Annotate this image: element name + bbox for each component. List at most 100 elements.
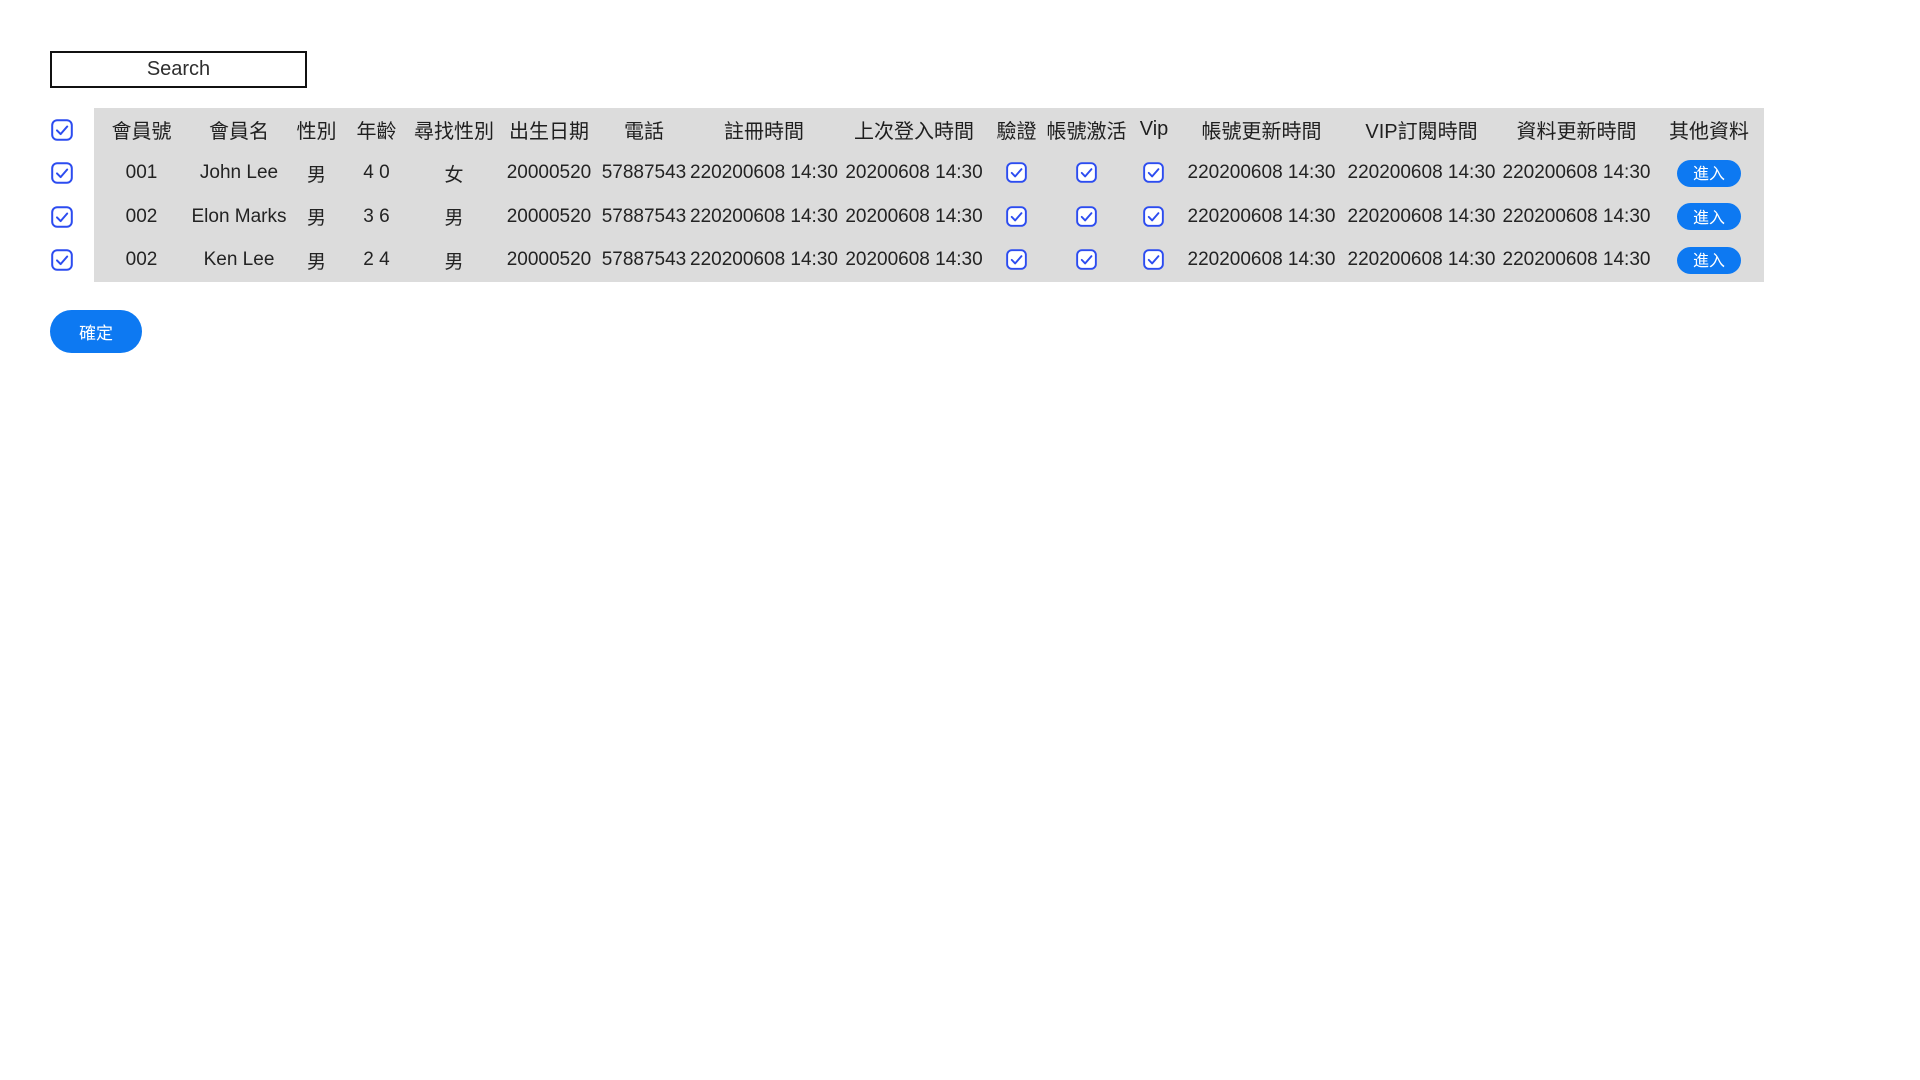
vip-checkbox[interactable] (1143, 206, 1165, 228)
header-birth-date: 出生日期 (499, 115, 599, 144)
cell-profile-update-time: 220200608 14:30 (1499, 249, 1654, 271)
checkmark-icon (1006, 206, 1027, 227)
checkmark-icon (1006, 249, 1027, 270)
cell-age: 2 4 (344, 249, 409, 271)
header-other-data: 其他資料 (1654, 115, 1764, 144)
header-register-time: 註冊時間 (689, 115, 839, 144)
cell-gender: 男 (289, 160, 344, 187)
enter-button[interactable]: 進入 (1677, 203, 1741, 230)
cell-age: 4 0 (344, 162, 409, 184)
header-profile-update-time: 資料更新時間 (1499, 115, 1654, 144)
cell-birth-date: 20000520 (499, 206, 599, 228)
table-row: 002 Ken Lee 男 2 4 男 20000520 57887543 22… (51, 239, 1764, 283)
vip-checkbox[interactable] (1143, 162, 1165, 184)
checkmark-icon (1076, 206, 1097, 227)
header-gender: 性別 (289, 115, 344, 144)
cell-other-data: 進入 (1654, 203, 1764, 230)
checkmark-icon (51, 249, 73, 271)
cell-vip-subscribe-time: 220200608 14:30 (1344, 249, 1499, 271)
cell-seeking-gender: 女 (409, 160, 499, 187)
cell-vip (1129, 162, 1179, 184)
header-phone: 電話 (599, 115, 689, 144)
cell-last-login-time: 20200608 14:30 (839, 249, 989, 271)
verified-checkbox[interactable] (1006, 249, 1028, 271)
row-select-cell (51, 152, 94, 196)
cell-register-time: 220200608 14:30 (689, 249, 839, 271)
header-row-body: 會員號 會員名 性別 年齡 尋找性別 出生日期 電話 註冊時間 上次登入時間 驗… (94, 108, 1764, 152)
cell-birth-date: 20000520 (499, 162, 599, 184)
cell-gender: 男 (289, 203, 344, 230)
checkmark-icon (1006, 162, 1027, 183)
select-all-checkbox[interactable] (51, 119, 73, 141)
cell-profile-update-time: 220200608 14:30 (1499, 206, 1654, 228)
cell-seeking-gender: 男 (409, 247, 499, 274)
row-body: 002 Ken Lee 男 2 4 男 20000520 57887543 22… (94, 239, 1764, 283)
checkmark-icon (1143, 206, 1164, 227)
cell-other-data: 進入 (1654, 160, 1764, 187)
cell-vip (1129, 206, 1179, 228)
cell-member-name: Elon Marks (189, 206, 289, 228)
cell-vip (1129, 249, 1179, 271)
header-member-name: 會員名 (189, 115, 289, 144)
cell-account-activated (1044, 162, 1129, 184)
checkmark-icon (1076, 162, 1097, 183)
cell-account-update-time: 220200608 14:30 (1179, 206, 1344, 228)
header-vip-subscribe-time: VIP訂閱時間 (1344, 115, 1499, 144)
header-age: 年齡 (344, 115, 409, 144)
row-select-cell (51, 195, 94, 239)
search-input[interactable] (50, 51, 307, 88)
header-account-update-time: 帳號更新時間 (1179, 115, 1344, 144)
cell-profile-update-time: 220200608 14:30 (1499, 162, 1654, 184)
header-last-login-time: 上次登入時間 (839, 115, 989, 144)
vip-checkbox[interactable] (1143, 249, 1165, 271)
header-seeking-gender: 尋找性別 (409, 115, 499, 144)
table-header-row: 會員號 會員名 性別 年齡 尋找性別 出生日期 電話 註冊時間 上次登入時間 驗… (51, 108, 1764, 152)
row-body: 001 John Lee 男 4 0 女 20000520 57887543 2… (94, 152, 1764, 196)
header-account-activated: 帳號激活 (1044, 115, 1129, 144)
cell-member-name: John Lee (189, 162, 289, 184)
cell-verified (989, 162, 1044, 184)
cell-verified (989, 206, 1044, 228)
row-select-checkbox[interactable] (51, 249, 73, 271)
cell-phone: 57887543 (599, 162, 689, 184)
row-body: 002 Elon Marks 男 3 6 男 20000520 57887543… (94, 195, 1764, 239)
row-select-cell (51, 239, 94, 283)
cell-account-update-time: 220200608 14:30 (1179, 162, 1344, 184)
select-all-cell (51, 108, 94, 152)
cell-member-name: Ken Lee (189, 249, 289, 271)
cell-account-update-time: 220200608 14:30 (1179, 249, 1344, 271)
confirm-button[interactable]: 確定 (50, 310, 142, 353)
checkmark-icon (51, 162, 73, 184)
row-select-checkbox[interactable] (51, 162, 73, 184)
cell-gender: 男 (289, 247, 344, 274)
cell-verified (989, 249, 1044, 271)
verified-checkbox[interactable] (1006, 162, 1028, 184)
account-activated-checkbox[interactable] (1076, 162, 1098, 184)
cell-member-id: 002 (94, 206, 189, 228)
cell-phone: 57887543 (599, 206, 689, 228)
cell-vip-subscribe-time: 220200608 14:30 (1344, 206, 1499, 228)
checkmark-icon (1143, 162, 1164, 183)
enter-button[interactable]: 進入 (1677, 247, 1741, 274)
header-member-id: 會員號 (94, 115, 189, 144)
header-verified: 驗證 (989, 115, 1044, 144)
cell-phone: 57887543 (599, 249, 689, 271)
enter-button[interactable]: 進入 (1677, 160, 1741, 187)
row-select-checkbox[interactable] (51, 206, 73, 228)
cell-account-activated (1044, 206, 1129, 228)
checkmark-icon (51, 119, 73, 141)
cell-account-activated (1044, 249, 1129, 271)
account-activated-checkbox[interactable] (1076, 206, 1098, 228)
table-row: 001 John Lee 男 4 0 女 20000520 57887543 2… (51, 152, 1764, 196)
cell-birth-date: 20000520 (499, 249, 599, 271)
verified-checkbox[interactable] (1006, 206, 1028, 228)
members-table: 會員號 會員名 性別 年齡 尋找性別 出生日期 電話 註冊時間 上次登入時間 驗… (51, 108, 1764, 282)
cell-register-time: 220200608 14:30 (689, 162, 839, 184)
cell-member-id: 002 (94, 249, 189, 271)
cell-seeking-gender: 男 (409, 203, 499, 230)
checkmark-icon (1143, 249, 1164, 270)
cell-other-data: 進入 (1654, 247, 1764, 274)
account-activated-checkbox[interactable] (1076, 249, 1098, 271)
cell-age: 3 6 (344, 206, 409, 228)
checkmark-icon (1076, 249, 1097, 270)
